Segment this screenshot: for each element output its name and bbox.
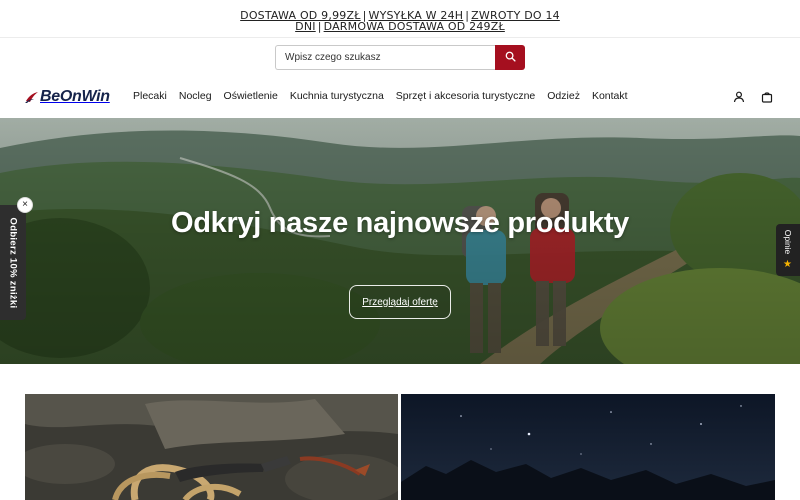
browse-offer-button[interactable]: Przeglądaj ofertę [349,285,451,319]
card-image-rope-knife [25,394,398,500]
logo-text-part2: Win [81,88,110,105]
user-icon[interactable] [732,90,746,104]
search-bar [275,45,525,70]
announcement-link-free-shipping[interactable]: DARMOWA DOSTAWA OD 249ZŁ [324,20,505,33]
nav-item-oswietlenie[interactable]: Oświetlenie [224,90,278,102]
hero-title: Odkryj nasze najnowsze produkty [170,207,630,239]
main-nav: Plecaki Nocleg Oświetlenie Kuchnia turys… [133,90,640,102]
nav-item-kontakt[interactable]: Kontakt [592,90,628,102]
hero-banner: Odkryj nasze najnowsze produkty Przegląd… [0,118,800,364]
logo-text: BeOnWin [40,88,110,106]
discount-tab-label: Odbierz 10% zniżki [7,217,19,308]
nav-item-plecaki[interactable]: Plecaki [133,90,167,102]
reviews-side-tab[interactable]: Opinie ★ [776,224,800,276]
star-icon: ★ [783,259,792,270]
category-card-night[interactable] [401,394,775,500]
search-icon [505,49,516,67]
main-header: BeOnWin Plecaki Nocleg Oświetlenie Kuchn… [0,78,800,118]
nav-item-nocleg[interactable]: Nocleg [179,90,212,102]
category-cards [25,394,775,500]
nav-item-kuchnia[interactable]: Kuchnia turystyczna [290,90,384,102]
nav-item-odziez[interactable]: Odzież [547,90,580,102]
logo-text-part1: BeOn [40,88,82,105]
search-button[interactable] [495,45,525,70]
brand-logo[interactable]: BeOnWin [25,87,110,107]
announcement-separator: | [317,20,322,33]
nav-item-sprzet[interactable]: Sprzęt i akcesoria turystyczne [396,90,535,102]
search-input[interactable] [275,45,495,70]
announcement-text: DOSTAWA OD 9,99ZŁ | WYSYŁKA W 24H | ZWROTY D… [200,0,600,37]
card-image-night-sky [401,394,775,500]
category-card-tools[interactable] [25,394,398,500]
logo-swoosh-icon [25,90,39,104]
shopping-bag-icon[interactable] [760,90,774,104]
header-actions [732,90,774,104]
discount-side-tab[interactable]: Odbierz 10% zniżki [0,205,26,320]
hero-background-image [0,118,800,364]
announcement-bar: DOSTAWA OD 9,99ZŁ | WYSYŁKA W 24H | ZWROTY D… [0,0,800,38]
close-icon[interactable]: × [18,198,32,212]
reviews-tab-label: Opinie [783,229,793,255]
